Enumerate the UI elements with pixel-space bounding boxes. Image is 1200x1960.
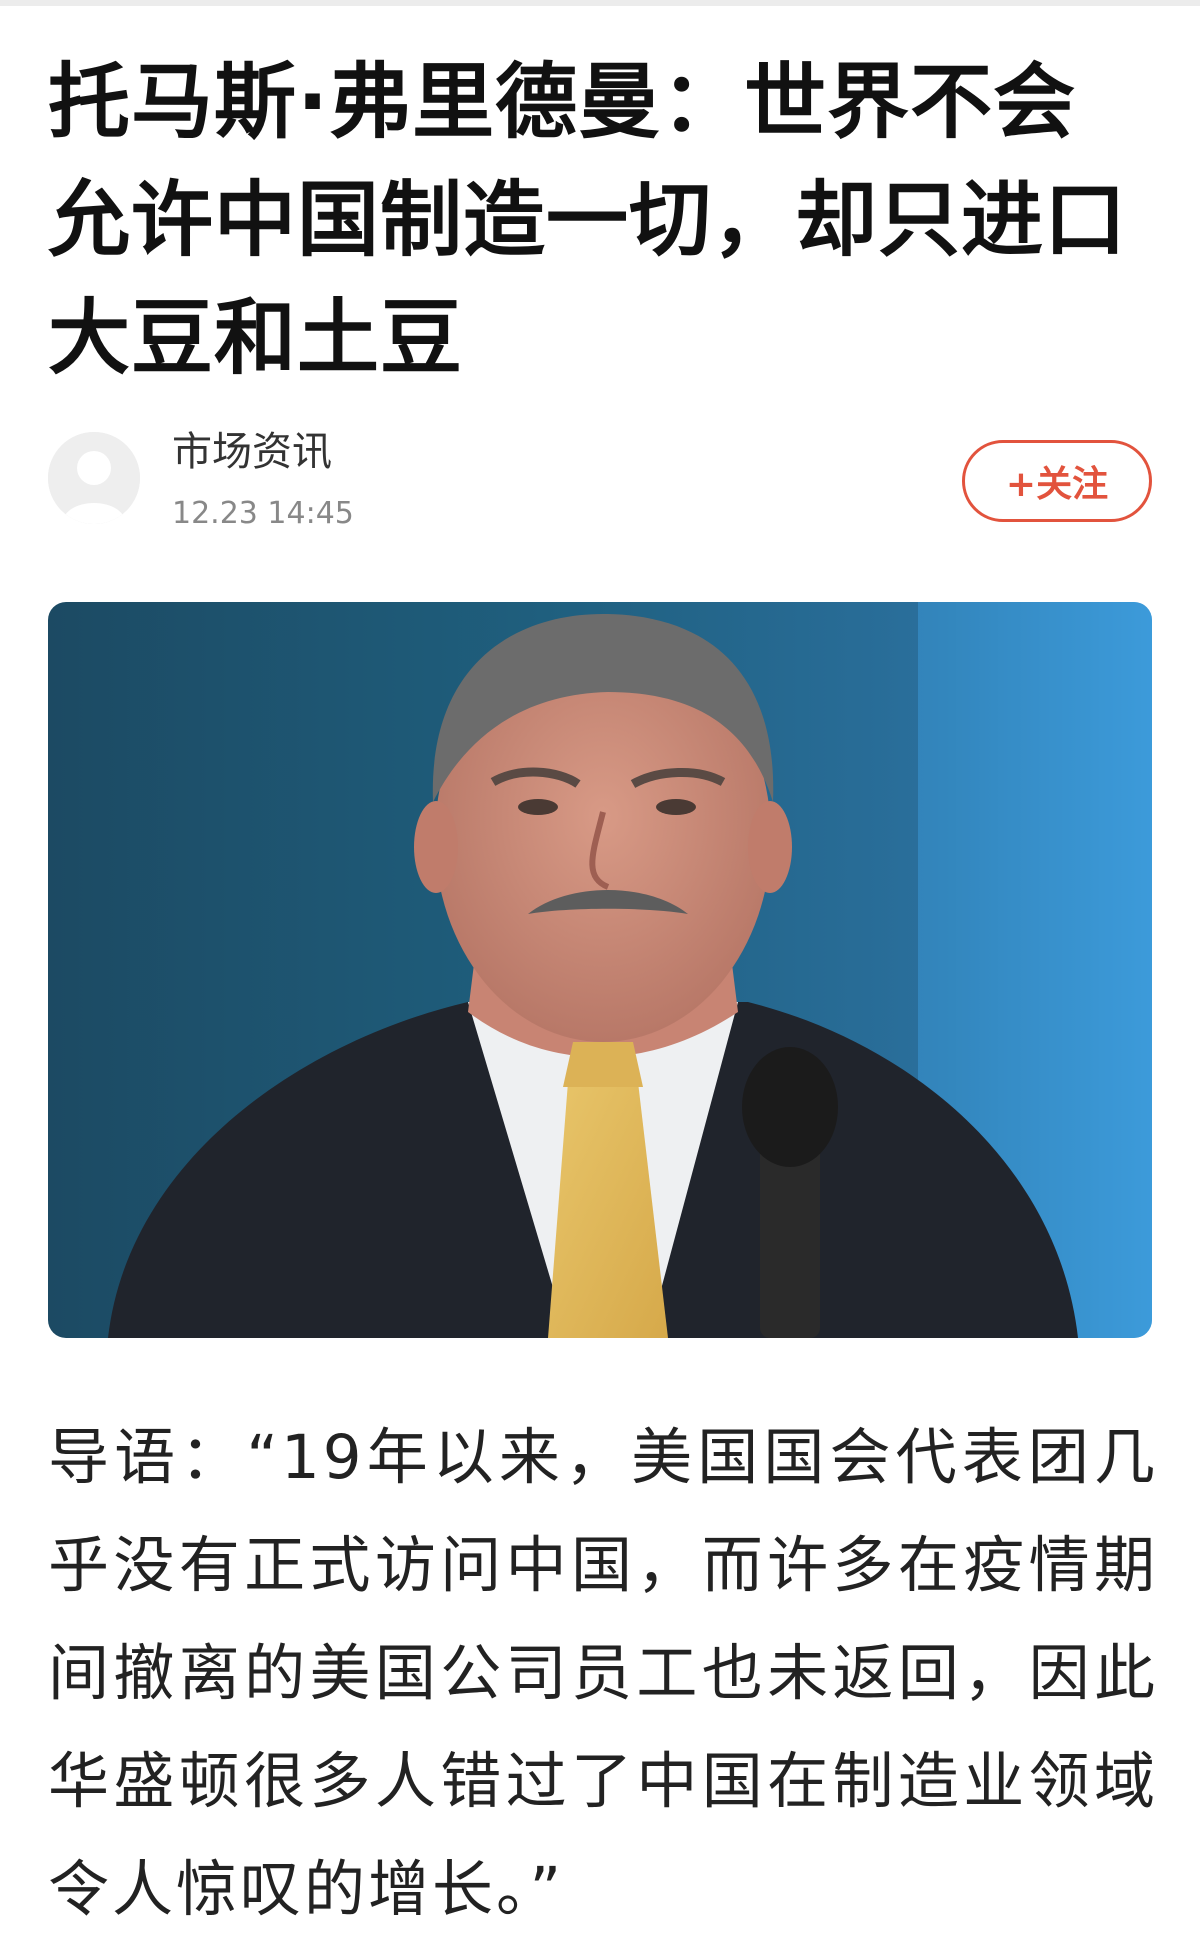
author-name[interactable]: 市场资讯 (172, 426, 332, 478)
publish-time: 12.23 14:45 (172, 496, 354, 531)
article-intro: 导语：“19年以来，美国国会代表团几乎没有正式访问中国，而许多在疫情期间撤离的美… (48, 1422, 1158, 1925)
follow-button[interactable]: +关注 (962, 440, 1152, 522)
top-divider (0, 0, 1200, 6)
default-avatar-icon[interactable] (48, 432, 140, 524)
article-title: 托马斯·弗里德曼：世界不会允许中国制造一切，却只进口大豆和土豆 (48, 55, 1128, 386)
hero-image[interactable] (48, 602, 1152, 1338)
article-page: 托马斯·弗里德曼：世界不会允许中国制造一切，却只进口大豆和土豆 市场资讯 12.… (0, 0, 1200, 1960)
author-row: 市场资讯 12.23 14:45 +关注 (48, 426, 1152, 536)
